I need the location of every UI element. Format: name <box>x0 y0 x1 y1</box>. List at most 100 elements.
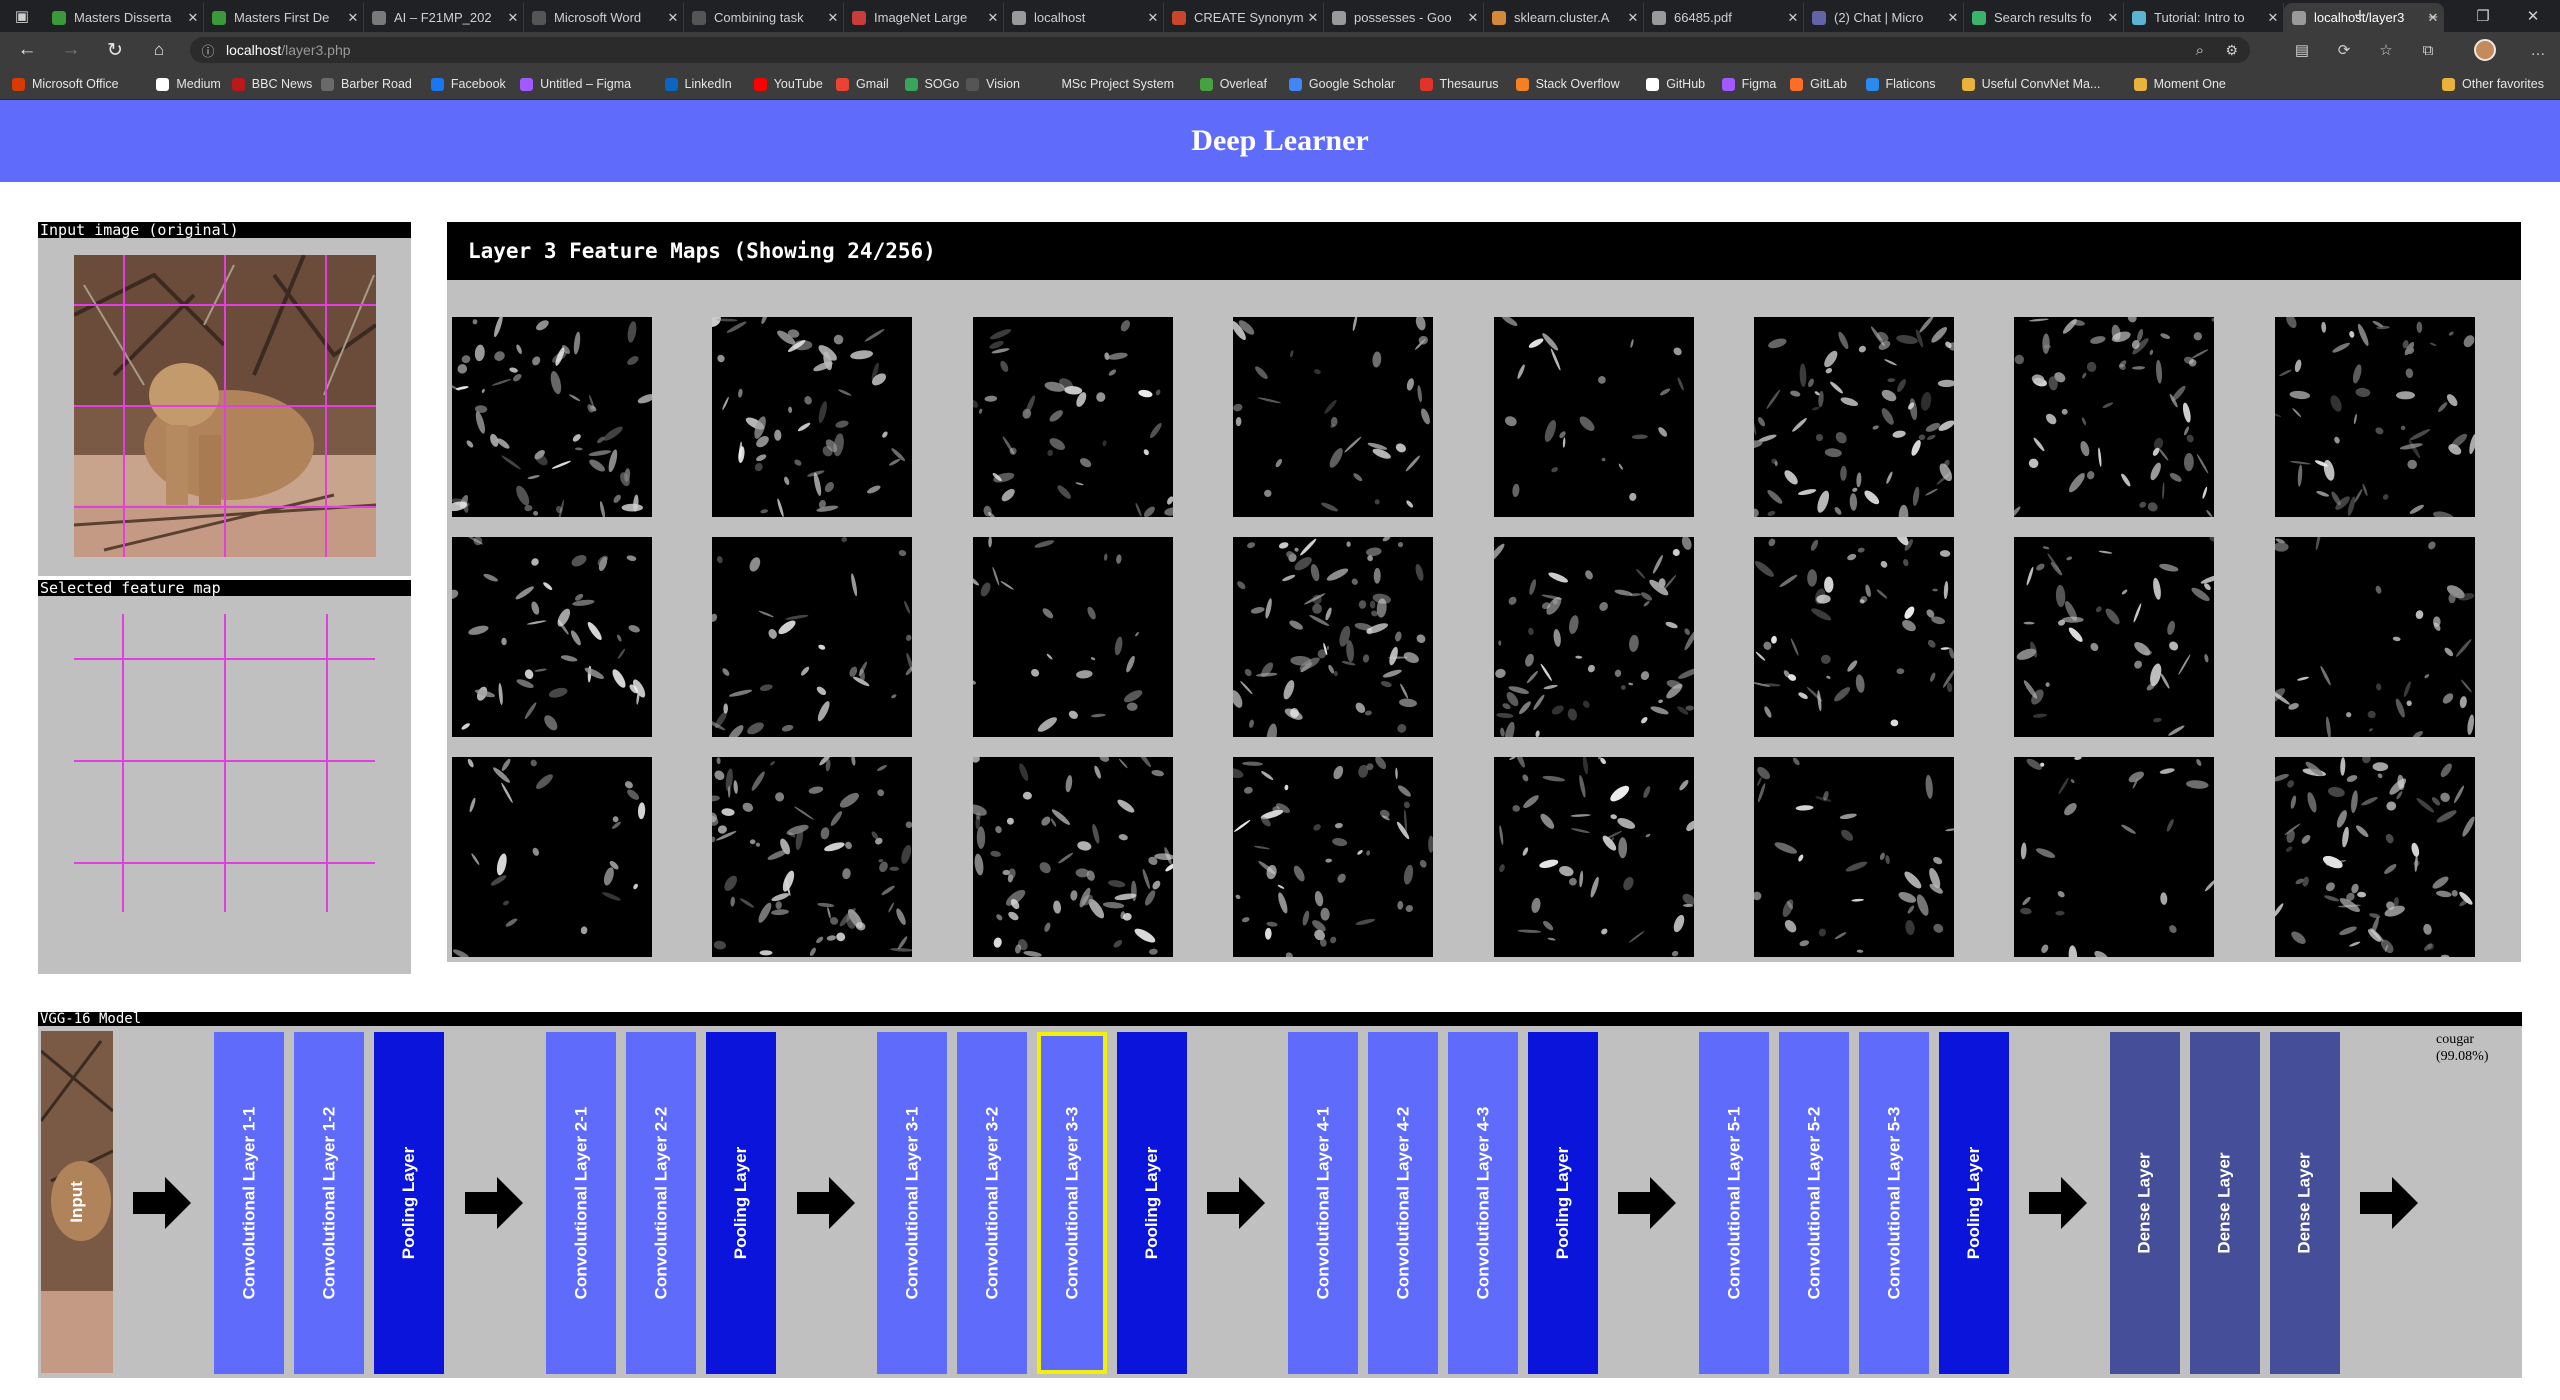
tab-close-icon[interactable]: ✕ <box>343 10 363 26</box>
layer-block-conv[interactable]: Convolutional Layer 1-2 <box>294 1032 364 1374</box>
feature-map[interactable] <box>2265 527 2475 739</box>
bookmark-item[interactable]: GitHub <box>1646 73 1705 95</box>
browser-tab[interactable]: Search results fo ✕ <box>1964 3 2124 32</box>
bookmark-item[interactable]: GitLab <box>1790 73 1847 95</box>
forward-icon[interactable]: → <box>58 38 84 62</box>
tab-close-icon[interactable]: ✕ <box>823 10 843 26</box>
tab-close-icon[interactable]: ✕ <box>503 10 523 26</box>
collections-icon[interactable]: ⧉ <box>2418 40 2438 60</box>
bookmark-item[interactable]: Medium <box>156 73 221 95</box>
tab-close-icon[interactable]: ✕ <box>1623 10 1643 26</box>
feature-map[interactable] <box>1751 529 1956 737</box>
tab-close-icon[interactable]: ✕ <box>1783 10 1803 26</box>
bookmark-item[interactable]: Figma <box>1721 73 1776 95</box>
feature-map[interactable] <box>1493 748 1697 957</box>
browser-tab[interactable]: ImageNet Large ✕ <box>844 3 1004 32</box>
bookmark-item[interactable]: Useful ConvNet Ma... <box>1961 73 2100 95</box>
feature-map[interactable] <box>1752 757 1956 957</box>
feature-map[interactable] <box>708 312 913 518</box>
site-info-icon[interactable]: ⓘ <box>190 41 226 60</box>
feature-map[interactable] <box>706 753 914 957</box>
feature-map[interactable] <box>1225 756 1435 960</box>
layer-block-pool[interactable]: Pooling Layer <box>1939 1032 2009 1374</box>
tab-close-icon[interactable]: ✕ <box>1943 10 1963 26</box>
feature-map[interactable] <box>1231 314 1434 517</box>
more-menu-icon[interactable]: … <box>2528 40 2548 60</box>
layer-block-conv[interactable]: Convolutional Layer 5-1 <box>1699 1032 1769 1374</box>
layer-block-pool[interactable]: Pooling Layer <box>706 1032 776 1374</box>
other-favorites[interactable]: Other favorites <box>2442 73 2544 95</box>
tab-close-icon[interactable]: ✕ <box>663 10 683 26</box>
bookmark-item[interactable]: Microsoft Office <box>12 73 119 95</box>
bookmark-item[interactable]: Moment One <box>2133 73 2226 95</box>
browser-tab[interactable]: Microsoft Word ✕ <box>524 3 684 32</box>
browser-tab[interactable]: Masters First De ✕ <box>204 3 364 32</box>
feature-map[interactable] <box>1488 535 1700 745</box>
feature-map[interactable] <box>967 748 1176 957</box>
browser-tab[interactable]: AI – F21MP_202 ✕ <box>364 3 524 32</box>
feature-map[interactable] <box>2014 535 2223 737</box>
bookmark-item[interactable]: Gmail <box>836 73 889 95</box>
browser-tab[interactable]: localhost ✕ <box>1004 3 1164 32</box>
minimize-icon[interactable]: – <box>2410 0 2456 32</box>
layer-block-conv[interactable]: Convolutional Layer 5-2 <box>1779 1032 1849 1374</box>
tab-close-icon[interactable]: ✕ <box>983 10 1003 26</box>
tracking-icon[interactable]: ⚙ <box>2225 42 2238 59</box>
layer-block-dense[interactable]: Dense Layer <box>2190 1032 2260 1374</box>
browser-tab[interactable]: Masters Disserta ✕ <box>44 3 204 32</box>
reading-view-icon[interactable]: ▤ <box>2292 40 2312 60</box>
feature-map[interactable] <box>1230 535 1434 748</box>
layer-block-conv[interactable]: Convolutional Layer 5-3 <box>1859 1032 1929 1374</box>
layer-block-conv[interactable]: Convolutional Layer 4-1 <box>1288 1032 1358 1374</box>
favorites-star-icon[interactable]: ☆ <box>2376 40 2396 60</box>
bookmark-item[interactable]: Thesaurus <box>1419 73 1499 95</box>
feature-map[interactable] <box>447 314 656 522</box>
layer-block-conv[interactable]: Convolutional Layer 4-2 <box>1368 1032 1438 1374</box>
feature-map[interactable] <box>967 536 1173 737</box>
bookmark-item[interactable]: Google Scholar <box>1288 73 1395 95</box>
feature-map[interactable] <box>2271 754 2475 959</box>
new-tab-button[interactable]: + <box>2344 0 2376 32</box>
browser-tab[interactable]: Tutorial: Intro to ✕ <box>2124 3 2284 32</box>
feature-map[interactable] <box>2009 312 2217 519</box>
bookmark-item[interactable]: Vision <box>966 73 1020 95</box>
bookmark-item[interactable]: Barber Road <box>321 73 412 95</box>
bookmark-item[interactable]: Stack Overflow <box>1515 73 1620 95</box>
bookmark-item[interactable]: Facebook <box>430 73 506 95</box>
layer-block-conv[interactable]: Convolutional Layer 4-3 <box>1448 1032 1518 1374</box>
tab-close-icon[interactable]: ✕ <box>1143 10 1163 26</box>
input-layer-block[interactable]: Input <box>41 1031 113 1373</box>
reload-icon[interactable]: ↻ <box>102 38 128 62</box>
bookmark-item[interactable]: YouTube <box>753 73 823 95</box>
tab-close-icon[interactable]: ✕ <box>1463 10 1483 26</box>
layer-block-pool[interactable]: Pooling Layer <box>1117 1032 1187 1374</box>
feature-map[interactable] <box>968 317 1182 520</box>
layer-block-pool[interactable]: Pooling Layer <box>374 1032 444 1374</box>
bookmark-item[interactable]: SOGo <box>904 73 959 95</box>
close-window-icon[interactable]: ✕ <box>2510 0 2556 32</box>
address-bar[interactable]: ⓘ localhost/layer3.php ⌕ ⚙ <box>190 37 2250 63</box>
feature-map[interactable] <box>2014 756 2217 966</box>
feature-map[interactable] <box>705 536 916 742</box>
tab-close-icon[interactable]: ✕ <box>1303 10 1323 26</box>
feature-map[interactable] <box>446 535 652 737</box>
layer-block-dense[interactable]: Dense Layer <box>2270 1032 2340 1374</box>
layer-block-dense[interactable]: Dense Layer <box>2110 1032 2180 1374</box>
tab-close-icon[interactable]: ✕ <box>2103 10 2123 26</box>
bookmark-item[interactable]: Overleaf <box>1199 73 1267 95</box>
browser-tab[interactable]: sklearn.cluster.A ✕ <box>1484 3 1644 32</box>
tab-close-icon[interactable]: ✕ <box>183 10 203 26</box>
tab-actions-icon[interactable]: ▣ <box>0 0 44 32</box>
feature-map[interactable] <box>2268 314 2477 521</box>
feature-map[interactable] <box>452 757 652 959</box>
bookmark-item[interactable]: LinkedIn <box>664 73 732 95</box>
browser-tab[interactable]: Combining task ✕ <box>684 3 844 32</box>
browser-tab[interactable]: (2) Chat | Micro ✕ <box>1804 3 1964 32</box>
browser-tab[interactable]: CREATE Synonym ✕ <box>1164 3 1324 32</box>
extensions-icon[interactable]: ⟳ <box>2334 40 2354 60</box>
home-icon[interactable]: ⌂ <box>146 38 172 62</box>
layer-block-conv[interactable]: Convolutional Layer 2-1 <box>546 1032 616 1374</box>
zoom-icon[interactable]: ⌕ <box>2196 42 2204 59</box>
back-icon[interactable]: ← <box>14 38 40 62</box>
browser-tab[interactable]: possesses - Goo ✕ <box>1324 3 1484 32</box>
